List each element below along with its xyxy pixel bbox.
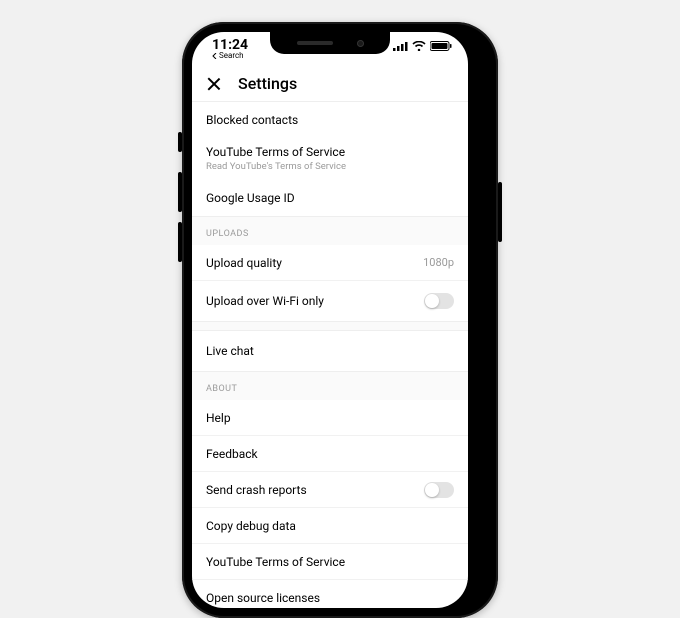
- row-live-chat[interactable]: Live chat: [192, 331, 468, 371]
- upload-quality-value: 1080p: [423, 256, 454, 269]
- volume-down-button: [178, 222, 182, 262]
- row-blocked-contacts[interactable]: Blocked contacts: [192, 102, 468, 138]
- front-camera: [357, 40, 364, 47]
- section-header-uploads: UPLOADS: [192, 216, 468, 245]
- cellular-signal-icon: [393, 41, 408, 51]
- close-icon[interactable]: [206, 76, 222, 92]
- breadcrumb-back[interactable]: Search: [212, 52, 248, 60]
- row-open-source-licenses[interactable]: Open source licenses: [192, 580, 468, 608]
- row-copy-debug-data[interactable]: Copy debug data: [192, 508, 468, 544]
- notch: [270, 32, 390, 54]
- speaker: [297, 41, 333, 45]
- screen: 11:24 Search Settings Blocked contacts: [192, 32, 468, 608]
- page-title: Settings: [238, 74, 297, 93]
- section-header-about: ABOUT: [192, 371, 468, 400]
- mute-switch: [178, 132, 182, 152]
- row-google-usage-id[interactable]: Google Usage ID: [192, 180, 468, 216]
- toggle-crash-reports[interactable]: [424, 482, 454, 498]
- row-youtube-tos-subtitle: Read YouTube's Terms of Service: [192, 161, 468, 180]
- volume-up-button: [178, 172, 182, 212]
- row-send-crash-reports[interactable]: Send crash reports: [192, 472, 468, 508]
- row-help[interactable]: Help: [192, 400, 468, 436]
- row-feedback[interactable]: Feedback: [192, 436, 468, 472]
- page-header: Settings: [192, 68, 468, 102]
- toggle-wifi-only[interactable]: [424, 293, 454, 309]
- back-caret-icon: [212, 53, 218, 59]
- row-youtube-tos-2[interactable]: YouTube Terms of Service: [192, 544, 468, 580]
- section-spacer: [192, 321, 468, 331]
- settings-list: Blocked contacts YouTube Terms of Servic…: [192, 102, 468, 608]
- wifi-icon: [412, 41, 426, 51]
- power-button: [498, 182, 502, 242]
- phone-frame: 11:24 Search Settings Blocked contacts: [182, 22, 498, 618]
- row-upload-wifi-only[interactable]: Upload over Wi-Fi only: [192, 281, 468, 321]
- battery-icon: [430, 41, 452, 51]
- row-upload-quality[interactable]: Upload quality 1080p: [192, 245, 468, 281]
- status-time: 11:24: [212, 38, 248, 52]
